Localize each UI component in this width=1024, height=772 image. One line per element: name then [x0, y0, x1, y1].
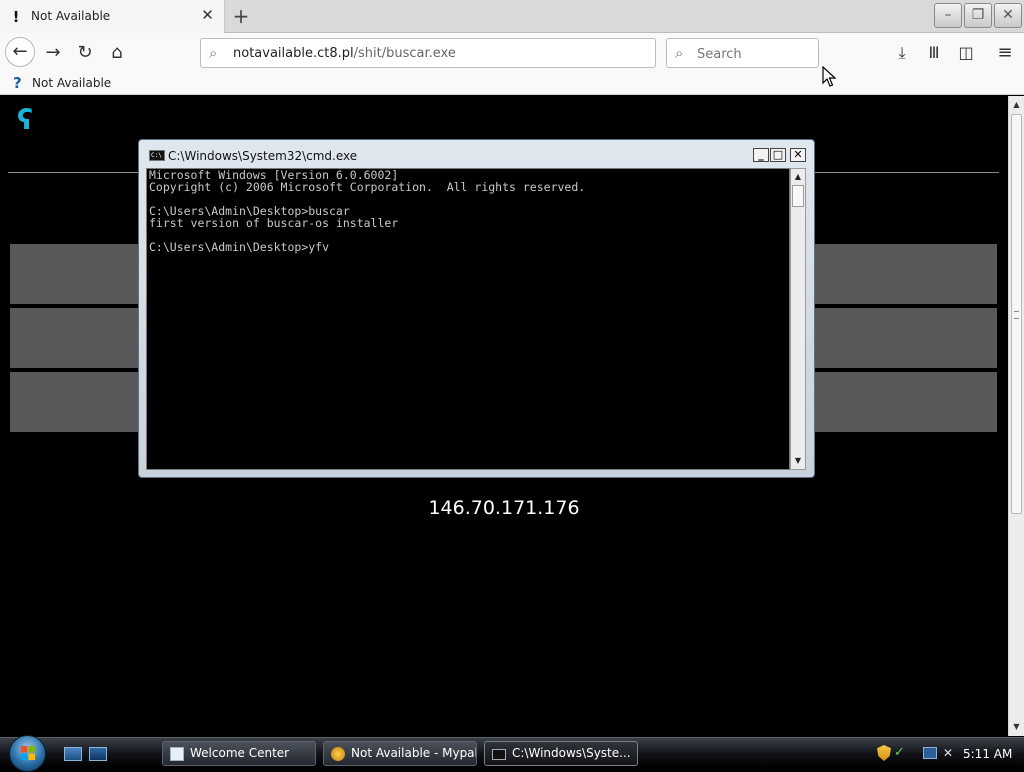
url-host: notavailable.ct8.pl — [233, 46, 354, 61]
url-text[interactable]: notavailable.ct8.pl/shit/buscar.exe — [233, 46, 456, 61]
taskbar: Welcome Center Not Available - Mypal C:\… — [0, 735, 1024, 772]
arrow-up-icon[interactable]: ▲ — [1009, 98, 1024, 112]
arrow-down-icon[interactable]: ▼ — [791, 454, 805, 468]
search-icon: ⌕ — [675, 44, 684, 62]
url-bar[interactable]: ⌕ notavailable.ct8.pl/shit/buscar.exe — [200, 38, 656, 68]
question-icon: ? — [13, 74, 22, 92]
security-shield-icon[interactable] — [877, 745, 891, 761]
task-label: Not Available - Mypal — [351, 746, 477, 760]
task-label: Welcome Center — [190, 746, 290, 760]
console-output[interactable]: Microsoft Windows [Version 6.0.6002] Cop… — [146, 168, 790, 470]
cmd-maximize-button[interactable]: □ — [770, 148, 786, 162]
mouse-cursor-icon — [822, 66, 836, 87]
tab-bar: ! Not Available ✕ + – ❐ ✕ — [0, 0, 1024, 33]
console-line: Copyright (c) 2006 Microsoft Corporation… — [149, 180, 586, 194]
browser-icon — [331, 747, 345, 761]
tab-not-available[interactable]: ! Not Available ✕ — [0, 0, 225, 33]
cmd-icon: C:\ — [149, 150, 165, 161]
menu-block[interactable] — [10, 308, 139, 368]
scrollbar-thumb[interactable] — [792, 185, 804, 207]
window-close-button[interactable]: ✕ — [994, 3, 1022, 28]
cmd-titlebar[interactable]: C:\ C:\Windows\System32\cmd.exe _ □ ✕ — [139, 140, 814, 168]
task-label: C:\Windows\Syste... — [512, 746, 631, 760]
task-browser[interactable]: Not Available - Mypal — [323, 741, 477, 766]
search-input[interactable] — [697, 45, 812, 63]
menu-block[interactable] — [815, 244, 997, 304]
menu-icon[interactable]: ≡ — [993, 41, 1017, 65]
menu-block[interactable] — [10, 372, 139, 432]
url-path: /shit/buscar.exe — [353, 46, 456, 61]
menu-block[interactable] — [815, 308, 997, 368]
switch-windows-icon[interactable] — [89, 747, 107, 761]
tab-title: Not Available — [31, 9, 111, 23]
search-icon: ⌕ — [209, 44, 218, 62]
bookmark-label: Not Available — [32, 76, 112, 90]
cmd-close-button[interactable]: ✕ — [790, 148, 806, 162]
page-scrollbar[interactable]: ▲ ▼ — [1008, 96, 1024, 736]
cmd-window[interactable]: C:\ C:\Windows\System32\cmd.exe _ □ ✕ Mi… — [138, 139, 815, 478]
clock[interactable]: 5:11 AM — [963, 747, 1012, 761]
bookmarks-toolbar: ? Not Available — [0, 72, 1024, 95]
navigation-toolbar: ← → ↻ ⌂ ⌕ notavailable.ct8.pl/shit/busca… — [0, 33, 1024, 72]
download-icon[interactable]: ⤓ — [890, 41, 914, 65]
library-icon[interactable]: Ⅲ — [922, 41, 946, 65]
reload-button[interactable]: ↻ — [71, 39, 99, 67]
arrow-down-icon[interactable]: ▼ — [1009, 720, 1024, 734]
scrollbar-thumb[interactable] — [1011, 114, 1022, 514]
arrow-up-icon[interactable]: ▲ — [791, 170, 805, 184]
grip-icon — [1014, 311, 1019, 319]
windows-logo-icon — [21, 746, 35, 760]
new-tab-button[interactable]: + — [230, 4, 252, 28]
console-line: C:\Users\Admin\Desktop>yfv — [149, 240, 330, 254]
cmd-icon — [492, 749, 506, 760]
site-logo-icon: ʕ — [17, 103, 34, 136]
task-cmd[interactable]: C:\Windows\Syste... — [484, 741, 638, 766]
alert-icon: ! — [12, 8, 20, 26]
home-button[interactable]: ⌂ — [103, 39, 131, 67]
welcome-center-icon — [170, 747, 184, 761]
sidebar-icon[interactable]: ◫ — [954, 41, 978, 65]
back-button[interactable]: ← — [5, 37, 35, 67]
menu-block[interactable] — [10, 244, 139, 304]
cmd-scrollbar[interactable]: ▲ ▼ — [790, 168, 806, 470]
volume-muted-icon[interactable]: ✕ — [943, 745, 957, 761]
window-maximize-button[interactable]: ❐ — [964, 3, 992, 28]
system-tray: ✓ ✕ 5:11 AM — [870, 740, 1024, 768]
start-button[interactable] — [9, 735, 46, 772]
menu-block[interactable] — [815, 372, 997, 432]
cmd-minimize-button[interactable]: _ — [753, 148, 769, 162]
show-desktop-icon[interactable] — [64, 747, 82, 761]
cmd-title: C:\Windows\System32\cmd.exe — [168, 149, 358, 163]
window-minimize-button[interactable]: – — [934, 3, 962, 28]
search-box[interactable]: ⌕ — [666, 38, 819, 68]
console-line: first version of buscar-os installer — [149, 216, 399, 230]
network-icon[interactable] — [923, 747, 937, 759]
task-welcome-center[interactable]: Welcome Center — [162, 741, 316, 766]
tab-close-icon[interactable]: ✕ — [199, 7, 216, 24]
ip-address: 146.70.171.176 — [428, 497, 580, 519]
check-icon[interactable]: ✓ — [894, 745, 908, 761]
forward-button[interactable]: → — [39, 39, 67, 67]
